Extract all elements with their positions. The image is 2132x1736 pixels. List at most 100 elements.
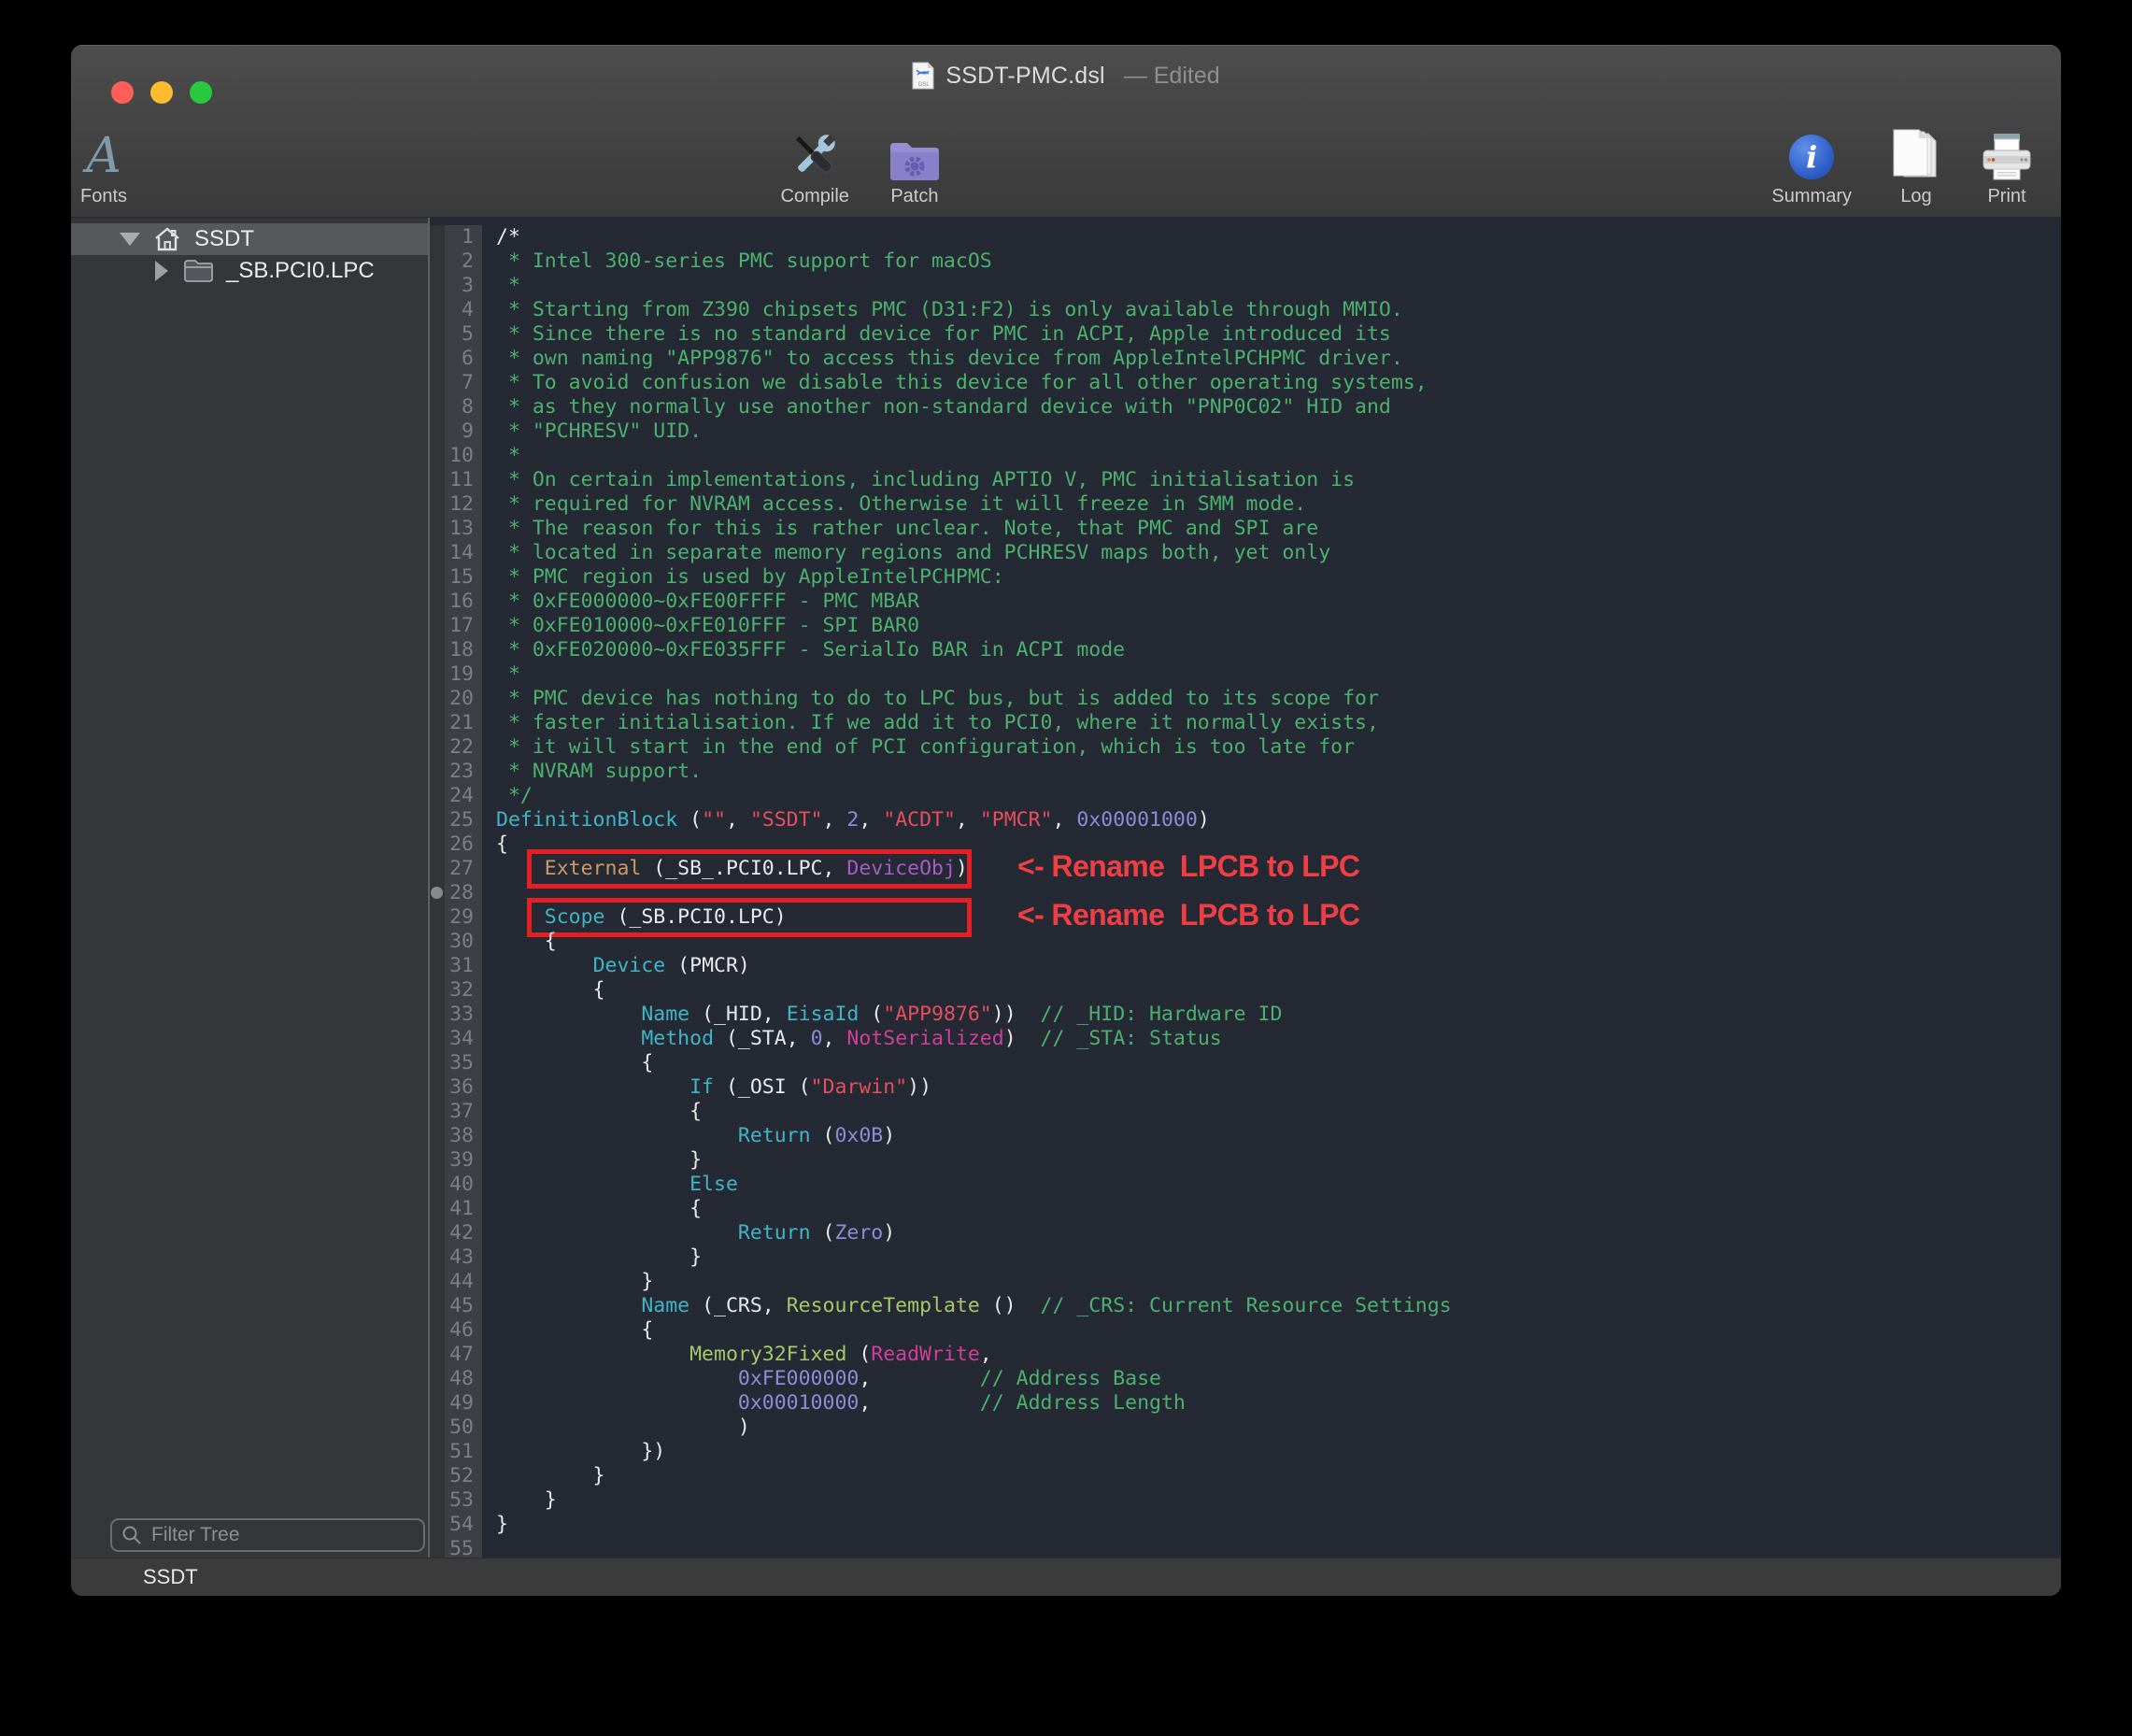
toolbar: A Fonts	[71, 107, 2061, 217]
code-line-42[interactable]: Return (Zero)	[496, 1221, 2061, 1245]
line-number: 7	[445, 371, 474, 395]
code-line-4[interactable]: * Starting from Z390 chipsets PMC (D31:F…	[496, 298, 2061, 322]
search-icon	[121, 1525, 142, 1545]
line-number: 45	[445, 1294, 474, 1318]
sidebar-item-label: _SB.PCI0.LPC	[226, 258, 375, 284]
sidebar-item-ssdt[interactable]: SSDT	[71, 223, 428, 255]
compile-tools-icon	[788, 128, 842, 182]
line-number: 20	[445, 687, 474, 711]
code-line-25[interactable]: DefinitionBlock ("", "SSDT", 2, "ACDT", …	[496, 808, 2061, 832]
code-line-13[interactable]: * The reason for this is rather unclear.…	[496, 517, 2061, 541]
line-number: 23	[445, 760, 474, 784]
code-line-27[interactable]: External (_SB_.PCI0.LPC, DeviceObj)<- Re…	[496, 857, 2061, 881]
code-line-30[interactable]: {	[496, 930, 2061, 954]
code-line-37[interactable]: {	[496, 1100, 2061, 1124]
code-line-54[interactable]: }	[496, 1513, 2061, 1537]
code-editor[interactable]: 1234567891011121314151617181920212223242…	[430, 218, 2061, 1558]
line-number-gutter: 1234567891011121314151617181920212223242…	[445, 225, 482, 1558]
line-number: 46	[445, 1318, 474, 1343]
code-line-17[interactable]: * 0xFE010000~0xFE010FFF - SPI BAR0	[496, 614, 2061, 638]
code-line-52[interactable]: }	[496, 1464, 2061, 1488]
code-line-40[interactable]: Else	[496, 1173, 2061, 1197]
code-line-20[interactable]: * PMC device has nothing to do to LPC bu…	[496, 687, 2061, 711]
code-line-16[interactable]: * 0xFE000000~0xFE00FFFF - PMC MBAR	[496, 590, 2061, 614]
window-title: SSDT-PMC.dsl	[945, 63, 1104, 90]
code-line-46[interactable]: {	[496, 1318, 2061, 1343]
code-line-3[interactable]: *	[496, 274, 2061, 298]
line-number: 2	[445, 249, 474, 274]
line-number: 40	[445, 1173, 474, 1197]
code-line-18[interactable]: * 0xFE020000~0xFE035FFF - SerialIo BAR i…	[496, 638, 2061, 662]
compile-button[interactable]: Compile	[781, 124, 849, 207]
code-line-55[interactable]	[496, 1537, 2061, 1558]
filter-tree-field[interactable]	[110, 1518, 425, 1552]
disclosure-right-icon[interactable]	[155, 261, 168, 281]
line-number: 47	[445, 1343, 474, 1367]
code-line-47[interactable]: Memory32Fixed (ReadWrite,	[496, 1343, 2061, 1367]
line-number: 31	[445, 954, 474, 978]
code-line-2[interactable]: * Intel 300-series PMC support for macOS	[496, 249, 2061, 274]
window-chrome: DSL SSDT-PMC.dsl — Edited A Fonts	[71, 45, 2061, 218]
code-line-50[interactable]: )	[496, 1416, 2061, 1440]
close-button[interactable]	[111, 81, 134, 104]
code-line-48[interactable]: 0xFE000000, // Address Base	[496, 1367, 2061, 1391]
code-line-8[interactable]: * as they normally use another non-stand…	[496, 395, 2061, 420]
code-line-33[interactable]: Name (_HID, EisaId ("APP9876")) // _HID:…	[496, 1003, 2061, 1027]
svg-text:DSL: DSL	[918, 82, 930, 88]
code-line-7[interactable]: * To avoid confusion we disable this dev…	[496, 371, 2061, 395]
line-number: 8	[445, 395, 474, 420]
code-line-10[interactable]: *	[496, 444, 2061, 468]
code-line-51[interactable]: })	[496, 1440, 2061, 1464]
code-line-21[interactable]: * faster initialisation. If we add it to…	[496, 711, 2061, 735]
code-line-5[interactable]: * Since there is no standard device for …	[496, 322, 2061, 347]
line-number: 27	[445, 857, 474, 881]
line-number: 34	[445, 1027, 474, 1051]
line-number: 30	[445, 930, 474, 954]
print-button[interactable]: Print	[1981, 124, 2033, 207]
line-number: 38	[445, 1124, 474, 1148]
code-line-23[interactable]: * NVRAM support.	[496, 760, 2061, 784]
code-line-12[interactable]: * required for NVRAM access. Otherwise i…	[496, 492, 2061, 517]
filter-tree-input[interactable]	[149, 1523, 414, 1547]
line-number: 37	[445, 1100, 474, 1124]
minimize-button[interactable]	[150, 81, 173, 104]
code-line-34[interactable]: Method (_STA, 0, NotSerialized) // _STA:…	[496, 1027, 2061, 1051]
code-line-53[interactable]: }	[496, 1488, 2061, 1513]
code-line-6[interactable]: * own naming "APP9876" to access this de…	[496, 347, 2061, 371]
sidebar-item-sb-pci0-lpc[interactable]: _SB.PCI0.LPC	[71, 255, 428, 287]
patch-button[interactable]: Patch	[888, 124, 941, 207]
code-line-15[interactable]: * PMC region is used by AppleIntelPCHPMC…	[496, 565, 2061, 590]
code-line-31[interactable]: Device (PMCR)	[496, 954, 2061, 978]
code-line-49[interactable]: 0x00010000, // Address Length	[496, 1391, 2061, 1416]
traffic-lights	[111, 81, 212, 104]
code-line-32[interactable]: {	[496, 978, 2061, 1003]
code-line-19[interactable]: *	[496, 662, 2061, 687]
log-button[interactable]: Log	[1891, 124, 1941, 207]
code-line-11[interactable]: * On certain implementations, including …	[496, 468, 2061, 492]
code-line-36[interactable]: If (_OSI ("Darwin"))	[496, 1075, 2061, 1100]
summary-button[interactable]: i Summary	[1771, 124, 1852, 207]
code-area[interactable]: /* * Intel 300-series PMC support for ma…	[482, 225, 2061, 1558]
code-line-9[interactable]: * "PCHRESV" UID.	[496, 420, 2061, 444]
summary-info-icon: i	[1789, 135, 1834, 179]
patch-folder-icon	[888, 139, 941, 182]
zoom-button[interactable]	[190, 81, 212, 104]
acpi-tree-sidebar: SSDT _SB.PCI0.LPC	[71, 218, 428, 1558]
code-line-45[interactable]: Name (_CRS, ResourceTemplate () // _CRS:…	[496, 1294, 2061, 1318]
code-line-24[interactable]: */	[496, 784, 2061, 808]
code-line-22[interactable]: * it will start in the end of PCI config…	[496, 735, 2061, 760]
code-line-41[interactable]: {	[496, 1197, 2061, 1221]
code-line-38[interactable]: Return (0x0B)	[496, 1124, 2061, 1148]
code-line-44[interactable]: }	[496, 1270, 2061, 1294]
code-line-43[interactable]: }	[496, 1245, 2061, 1270]
code-line-29[interactable]: Scope (_SB.PCI0.LPC)<- Rename LPCB to LP…	[496, 905, 2061, 930]
annotation-text: <- Rename LPCB to LPC	[1017, 854, 1359, 878]
code-line-35[interactable]: {	[496, 1051, 2061, 1075]
disclosure-down-icon[interactable]	[120, 233, 140, 246]
code-line-1[interactable]: /*	[496, 225, 2061, 249]
code-line-39[interactable]: }	[496, 1148, 2061, 1173]
home-icon	[153, 226, 181, 252]
code-line-14[interactable]: * located in separate memory regions and…	[496, 541, 2061, 565]
window-title-edited-badge: — Edited	[1124, 63, 1220, 90]
sidebar-item-label: SSDT	[194, 226, 254, 252]
